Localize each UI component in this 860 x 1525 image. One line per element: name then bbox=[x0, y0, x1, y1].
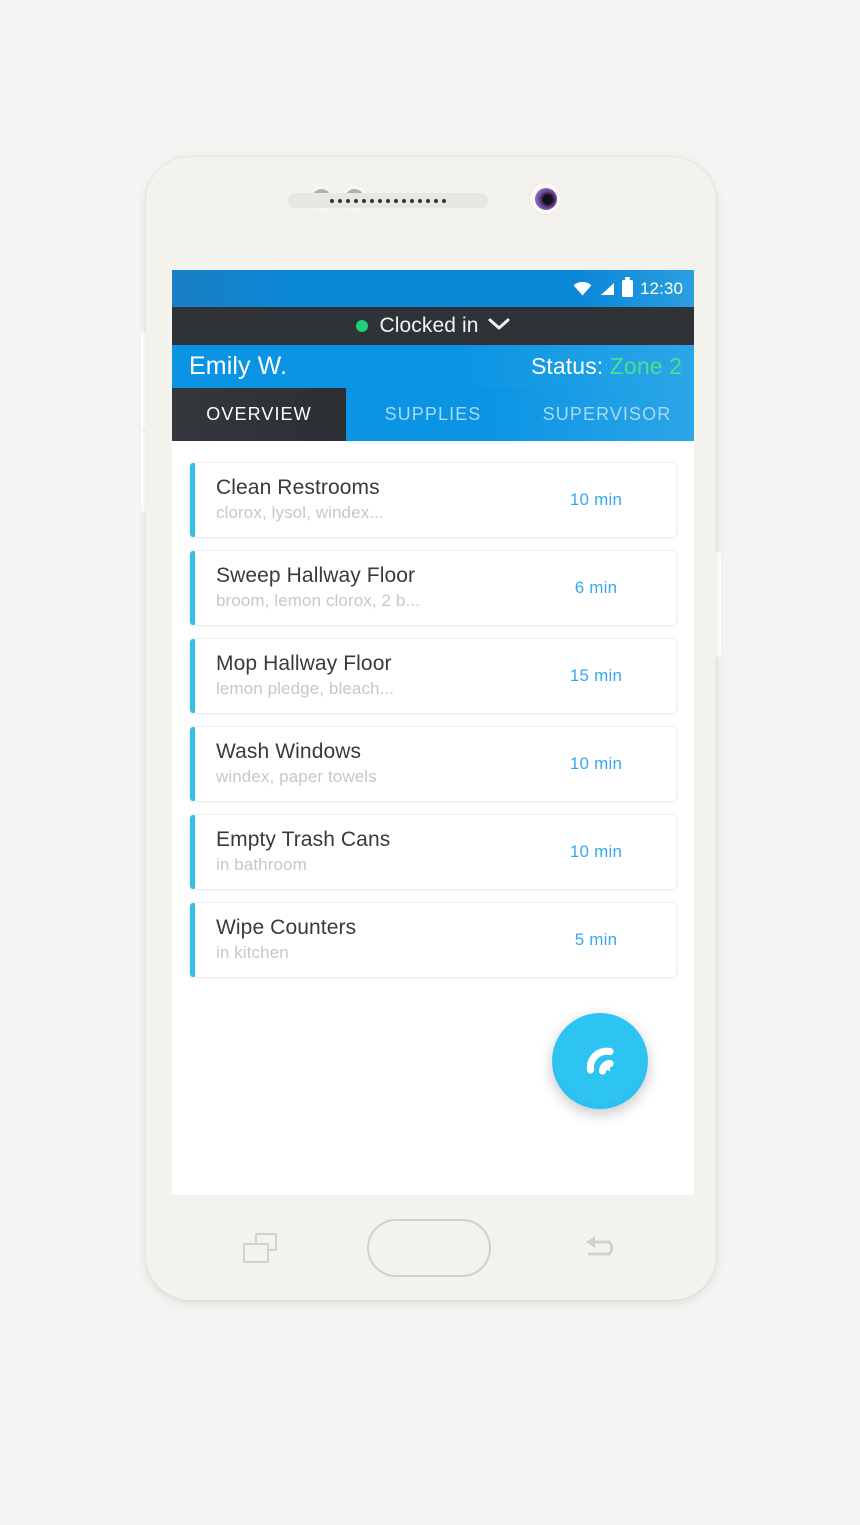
phone-bottom-bezel bbox=[146, 1195, 716, 1300]
task-accent-bar bbox=[190, 727, 195, 801]
task-text-block: Mop Hallway Floor lemon pledge, bleach..… bbox=[190, 652, 516, 700]
phone-top-bezel bbox=[146, 157, 716, 270]
task-row[interactable]: Mop Hallway Floor lemon pledge, bleach..… bbox=[189, 638, 677, 714]
user-header-bar: Emily W. Status: Zone 2 bbox=[172, 345, 694, 388]
task-accent-bar bbox=[190, 639, 195, 713]
task-supplies: windex, paper towels bbox=[216, 767, 377, 787]
power-button[interactable] bbox=[715, 552, 721, 657]
home-button-icon[interactable] bbox=[367, 1218, 491, 1277]
volume-rocker-button[interactable] bbox=[141, 332, 147, 512]
task-accent-bar bbox=[190, 463, 195, 537]
task-text-block: Empty Trash Cans in bathroom bbox=[190, 828, 516, 876]
task-title: Sweep Hallway Floor bbox=[216, 563, 416, 587]
task-text-block: Clean Restrooms clorox, lysol, windex... bbox=[190, 476, 516, 524]
screenshot-stage: 12:30 Clocked in Emily W. Status: Zone 2 bbox=[0, 0, 860, 1525]
task-title: Wipe Counters bbox=[216, 915, 357, 939]
task-title: Clean Restrooms bbox=[216, 475, 380, 499]
task-row[interactable]: Wipe Counters in kitchen 5 min bbox=[189, 902, 677, 978]
task-title: Wash Windows bbox=[216, 739, 362, 763]
floating-action-button[interactable] bbox=[552, 1013, 648, 1109]
task-accent-bar bbox=[190, 903, 195, 977]
task-duration: 5 min bbox=[574, 930, 618, 949]
earpiece-speaker bbox=[288, 193, 488, 208]
task-supplies: broom, lemon clorox, 2 b... bbox=[216, 591, 420, 611]
cellular-signal-icon bbox=[599, 282, 615, 296]
task-row[interactable]: Empty Trash Cans in bathroom 10 min bbox=[189, 814, 677, 890]
task-supplies: clorox, lysol, windex... bbox=[216, 503, 384, 523]
clocked-in-label: Clocked in bbox=[379, 314, 479, 337]
clock-status-bar[interactable]: Clocked in bbox=[172, 307, 694, 345]
status-badge: Status: Zone 2 bbox=[531, 353, 682, 380]
task-duration: 10 min bbox=[569, 490, 623, 509]
task-duration: 10 min bbox=[569, 754, 623, 773]
task-supplies: in kitchen bbox=[216, 943, 289, 963]
battery-icon bbox=[621, 277, 633, 297]
tab-supplies[interactable]: SUPPLIES bbox=[346, 388, 520, 441]
tab-bar: OVERVIEW SUPPLIES SUPERVISOR bbox=[172, 388, 694, 441]
task-row[interactable]: Wash Windows windex, paper towels 10 min bbox=[189, 726, 677, 802]
phone-device: 12:30 Clocked in Emily W. Status: Zone 2 bbox=[141, 157, 721, 1300]
tab-supervisor-label: SUPERVISOR bbox=[542, 404, 672, 424]
recent-apps-icon[interactable] bbox=[243, 1232, 277, 1263]
task-text-block: Wipe Counters in kitchen bbox=[190, 916, 516, 964]
task-title: Mop Hallway Floor bbox=[216, 651, 392, 675]
back-icon[interactable] bbox=[581, 1233, 619, 1263]
clocked-in-indicator-dot bbox=[356, 320, 369, 332]
tab-supervisor[interactable]: SUPERVISOR bbox=[520, 388, 694, 441]
task-duration: 15 min bbox=[569, 666, 623, 685]
front-camera-icon bbox=[530, 183, 561, 214]
task-accent-bar bbox=[190, 551, 195, 625]
camera-lens bbox=[534, 187, 557, 210]
app-logo-signal-icon bbox=[577, 1038, 623, 1084]
task-row[interactable]: Clean Restrooms clorox, lysol, windex...… bbox=[189, 462, 677, 538]
task-duration: 6 min bbox=[574, 578, 618, 597]
task-text-block: Wash Windows windex, paper towels bbox=[190, 740, 516, 788]
phone-screen: 12:30 Clocked in Emily W. Status: Zone 2 bbox=[172, 270, 694, 1195]
task-supplies: lemon pledge, bleach... bbox=[216, 679, 395, 699]
tab-overview-label: OVERVIEW bbox=[206, 404, 312, 424]
task-list: Clean Restrooms clorox, lysol, windex...… bbox=[172, 441, 694, 1195]
wifi-icon bbox=[573, 281, 592, 296]
task-text-block: Sweep Hallway Floor broom, lemon clorox,… bbox=[190, 564, 516, 612]
status-bar-clock: 12:30 bbox=[639, 278, 683, 298]
task-title: Empty Trash Cans bbox=[216, 827, 391, 851]
status-label: Status: bbox=[530, 353, 604, 379]
task-duration: 10 min bbox=[569, 842, 623, 861]
chevron-down-icon[interactable] bbox=[488, 317, 510, 336]
android-status-bar: 12:30 bbox=[172, 270, 694, 307]
task-supplies: in bathroom bbox=[216, 855, 307, 875]
task-row[interactable]: Sweep Hallway Floor broom, lemon clorox,… bbox=[189, 550, 677, 626]
tab-overview[interactable]: OVERVIEW bbox=[172, 388, 346, 441]
user-name-label: Emily W. bbox=[189, 352, 288, 380]
task-accent-bar bbox=[190, 815, 195, 889]
status-zone-value: Zone 2 bbox=[609, 353, 682, 379]
tab-supplies-label: SUPPLIES bbox=[384, 404, 482, 424]
